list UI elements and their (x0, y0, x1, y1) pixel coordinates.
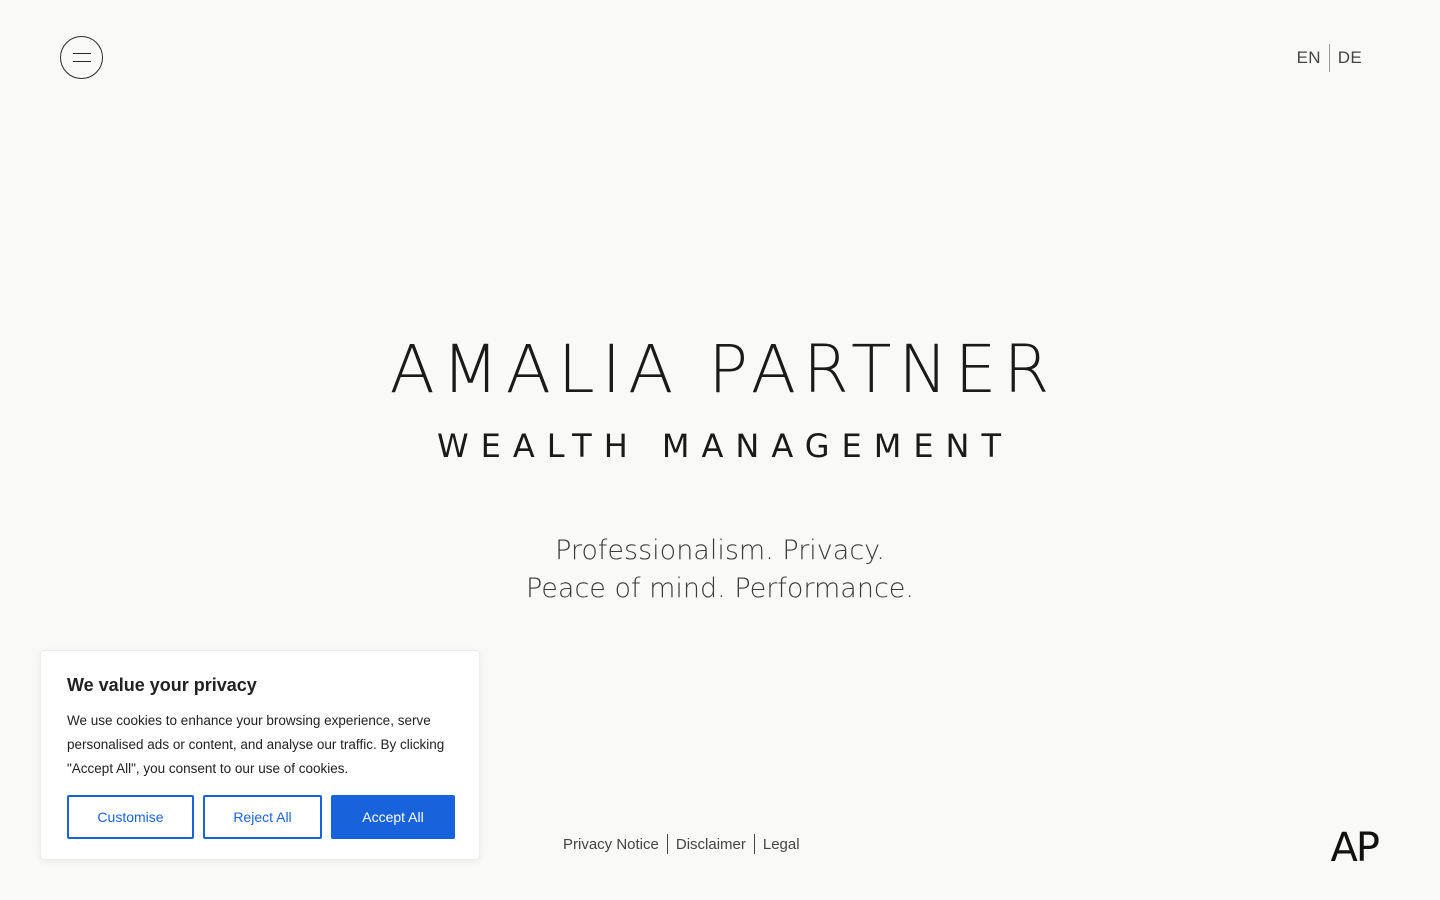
cookie-banner-actions: Customise Reject All Accept All (67, 795, 455, 839)
language-switcher: EN DE (1289, 44, 1370, 72)
cookie-banner-title: We value your privacy (67, 675, 257, 695)
privacy-notice-link[interactable]: Privacy Notice (555, 836, 667, 853)
language-en-link[interactable]: EN (1289, 48, 1329, 68)
disclaimer-link[interactable]: Disclaimer (668, 836, 754, 853)
legal-link[interactable]: Legal (755, 836, 808, 853)
customise-button[interactable]: Customise (67, 795, 194, 839)
hamburger-icon-bar (73, 61, 91, 63)
page: EN DE AMALIA PARTNER WEALTH MANAGEMENT P… (0, 0, 1440, 900)
cookie-banner-text: We use cookies to enhance your browsing … (67, 713, 445, 776)
ap-logo[interactable]: AP (1331, 826, 1381, 870)
reject-all-button[interactable]: Reject All (203, 795, 322, 839)
hamburger-icon-bar (73, 53, 91, 55)
cookie-banner: We value your privacy We use cookies to … (40, 650, 480, 860)
brand-title: AMALIA PARTNER (389, 331, 1057, 408)
language-de-link[interactable]: DE (1330, 48, 1370, 68)
footer-links: Privacy Notice Disclaimer Legal (555, 834, 808, 854)
tagline-line-1: Professionalism. Privacy. (555, 535, 885, 566)
brand-subtitle: WEALTH MANAGEMENT (436, 427, 1014, 465)
accept-all-button[interactable]: Accept All (331, 795, 455, 839)
tagline: Professionalism. Privacy. Peace of mind.… (0, 532, 1440, 608)
menu-button[interactable] (60, 36, 103, 79)
tagline-line-2: Peace of mind. Performance. (525, 573, 915, 604)
